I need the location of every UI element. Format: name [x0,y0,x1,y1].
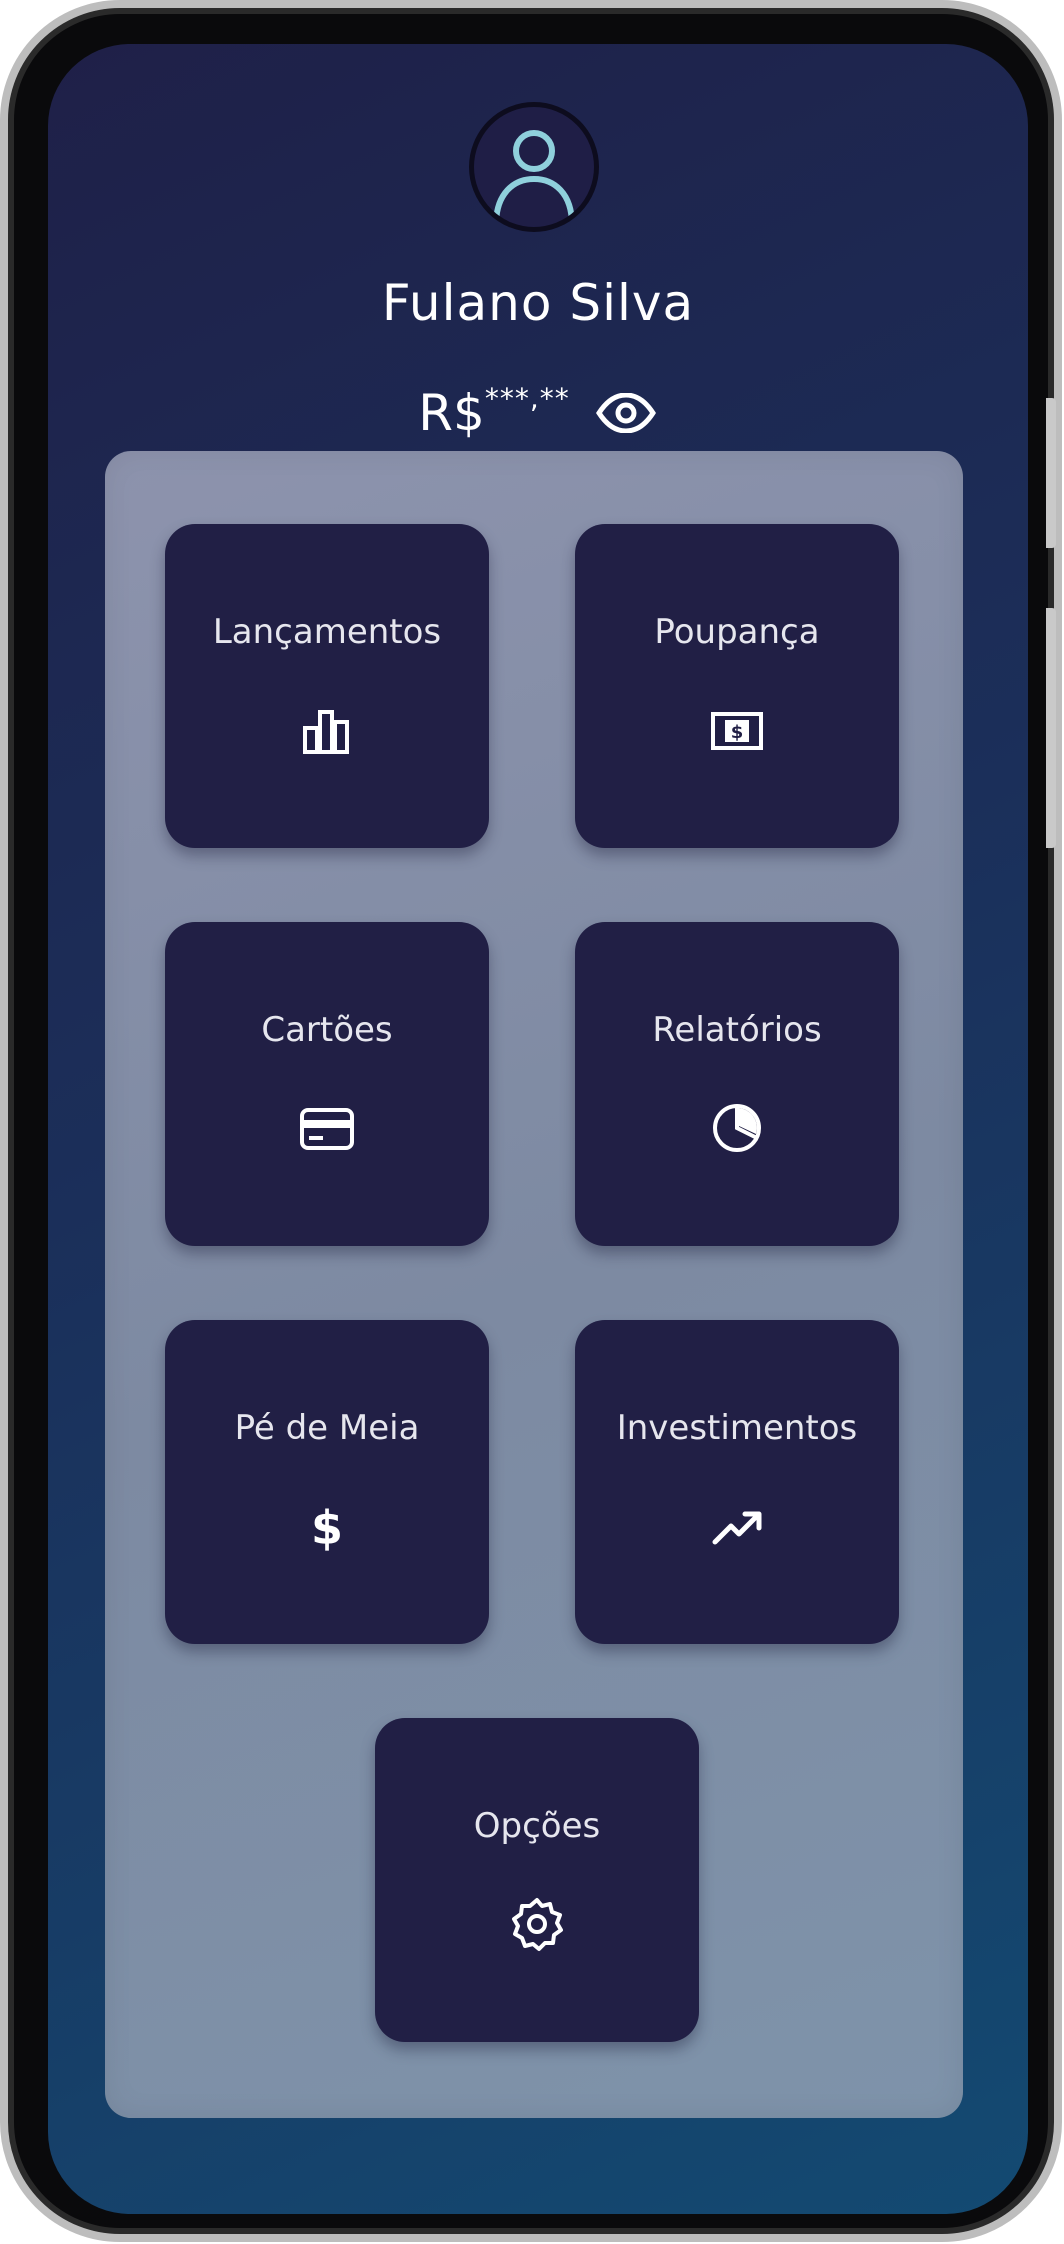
svg-text:$: $ [731,722,744,743]
menu-tile-label: Pé de Meia [234,1408,420,1448]
menu-tile-investimentos[interactable]: Investimentos [575,1320,899,1644]
user-name: Fulano Silva [381,274,695,332]
menu-tile-label: Opções [473,1806,601,1846]
menu-tile-label: Lançamentos [212,612,442,652]
money-bill-icon: $ [709,702,765,758]
menu-tile-label: Investimentos [616,1408,858,1448]
eye-icon [595,393,656,433]
menu-tile-pe-de-meia[interactable]: Pé de Meia $ [165,1320,489,1644]
menu-tile-opcoes[interactable]: Opções [375,1718,699,2042]
menu-tile-label: Relatórios [652,1010,822,1050]
menu-tile-label: Cartões [261,1010,393,1050]
menu-tile-label: Poupança [654,612,820,652]
avatar[interactable] [469,102,599,232]
menu-tile-poupanca[interactable]: Poupança $ [575,524,899,848]
trending-up-icon [709,1498,765,1554]
credit-card-icon [299,1100,355,1156]
user-avatar-icon [493,130,575,226]
volume-button [1046,398,1056,548]
balance-row: R$ ***,** [48,382,1028,442]
menu-tile-relatorios[interactable]: Relatórios [575,922,899,1246]
toggle-balance-button[interactable] [594,389,658,437]
power-button [1046,608,1056,848]
menu-tile-lancamentos[interactable]: Lançamentos [165,524,489,848]
gear-icon [509,1896,565,1952]
balance-currency: R$ [418,384,485,442]
app-screen: Fulano Silva R$ ***,** Lançamentos Poupa… [48,44,1028,2214]
menu-tile-cartoes[interactable]: Cartões [165,922,489,1246]
dollar-icon: $ [299,1498,355,1554]
svg-text:$: $ [311,1501,343,1554]
menu-panel: Lançamentos Poupança $ Cartões Relatório… [105,451,963,2118]
phone-frame: Fulano Silva R$ ***,** Lançamentos Poupa… [0,0,1062,2242]
bar-chart-icon [299,702,355,758]
balance-masked-value: ***,** [484,382,570,415]
pie-chart-icon [709,1100,765,1156]
